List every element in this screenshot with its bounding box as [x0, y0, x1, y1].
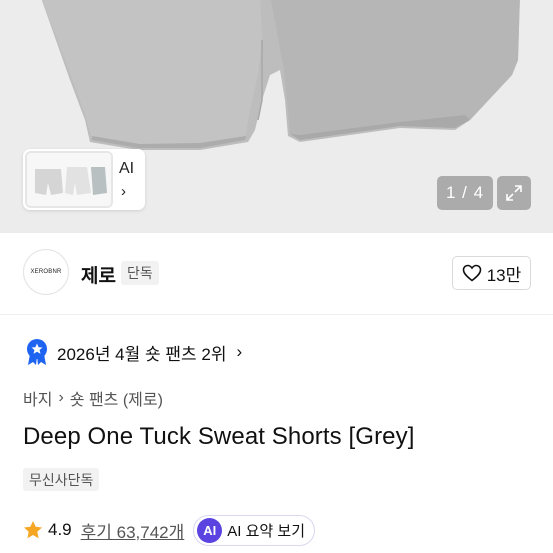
- rating-row: 4.9 후기 63,742개 AI AI 요약 보기: [23, 514, 315, 546]
- product-image-gallery[interactable]: AI › 1 / 4: [0, 0, 553, 233]
- ranking-text: 2026년 4월 숏 팬츠 2위: [57, 344, 227, 364]
- brand-logo[interactable]: XEROBNR: [23, 249, 69, 295]
- ranking-badge-icon: [27, 339, 47, 365]
- ai-summary-label: AI 요약 보기: [227, 522, 305, 540]
- ai-badge-icon: AI: [197, 517, 223, 543]
- image-page-counter: 1 / 4: [437, 176, 493, 210]
- section-divider: [0, 314, 553, 315]
- exclusive-badge: 무신사단독: [23, 468, 100, 491]
- breadcrumb-level2[interactable]: 숏 팬츠 (제로): [70, 386, 163, 410]
- brand-exclusive-badge: 단독: [121, 261, 159, 285]
- ranking-link[interactable]: 2026년 4월 숏 팬츠 2위 ›: [25, 338, 242, 366]
- ai-summary-button[interactable]: AI AI 요약 보기: [193, 514, 315, 546]
- product-title: Deep One Tuck Sweat Shorts [Grey]: [23, 423, 415, 450]
- chevron-right-icon: ›: [236, 342, 243, 361]
- thumbnail-image: [25, 151, 113, 208]
- breadcrumb-level1[interactable]: 바지: [23, 386, 52, 410]
- breadcrumb: 바지 › 숏 팬츠 (제로): [23, 386, 163, 410]
- chevron-right-icon: ›: [121, 183, 126, 200]
- breadcrumb-separator-icon: ›: [58, 389, 64, 406]
- heart-icon: [462, 264, 482, 282]
- expand-button[interactable]: [497, 176, 531, 210]
- expand-icon: [506, 185, 522, 201]
- ai-label: AI: [119, 160, 135, 177]
- ai-similar-products-card[interactable]: [23, 149, 145, 210]
- like-count: 13만: [486, 265, 522, 285]
- brand-logo-text: XEROBNR: [30, 269, 62, 275]
- review-count-link[interactable]: 후기 63,742개: [81, 518, 185, 543]
- brand-name[interactable]: 제로: [81, 261, 116, 288]
- rating-value: 4.9: [48, 520, 72, 539]
- like-button[interactable]: 13만: [452, 256, 531, 290]
- star-icon: [24, 521, 42, 539]
